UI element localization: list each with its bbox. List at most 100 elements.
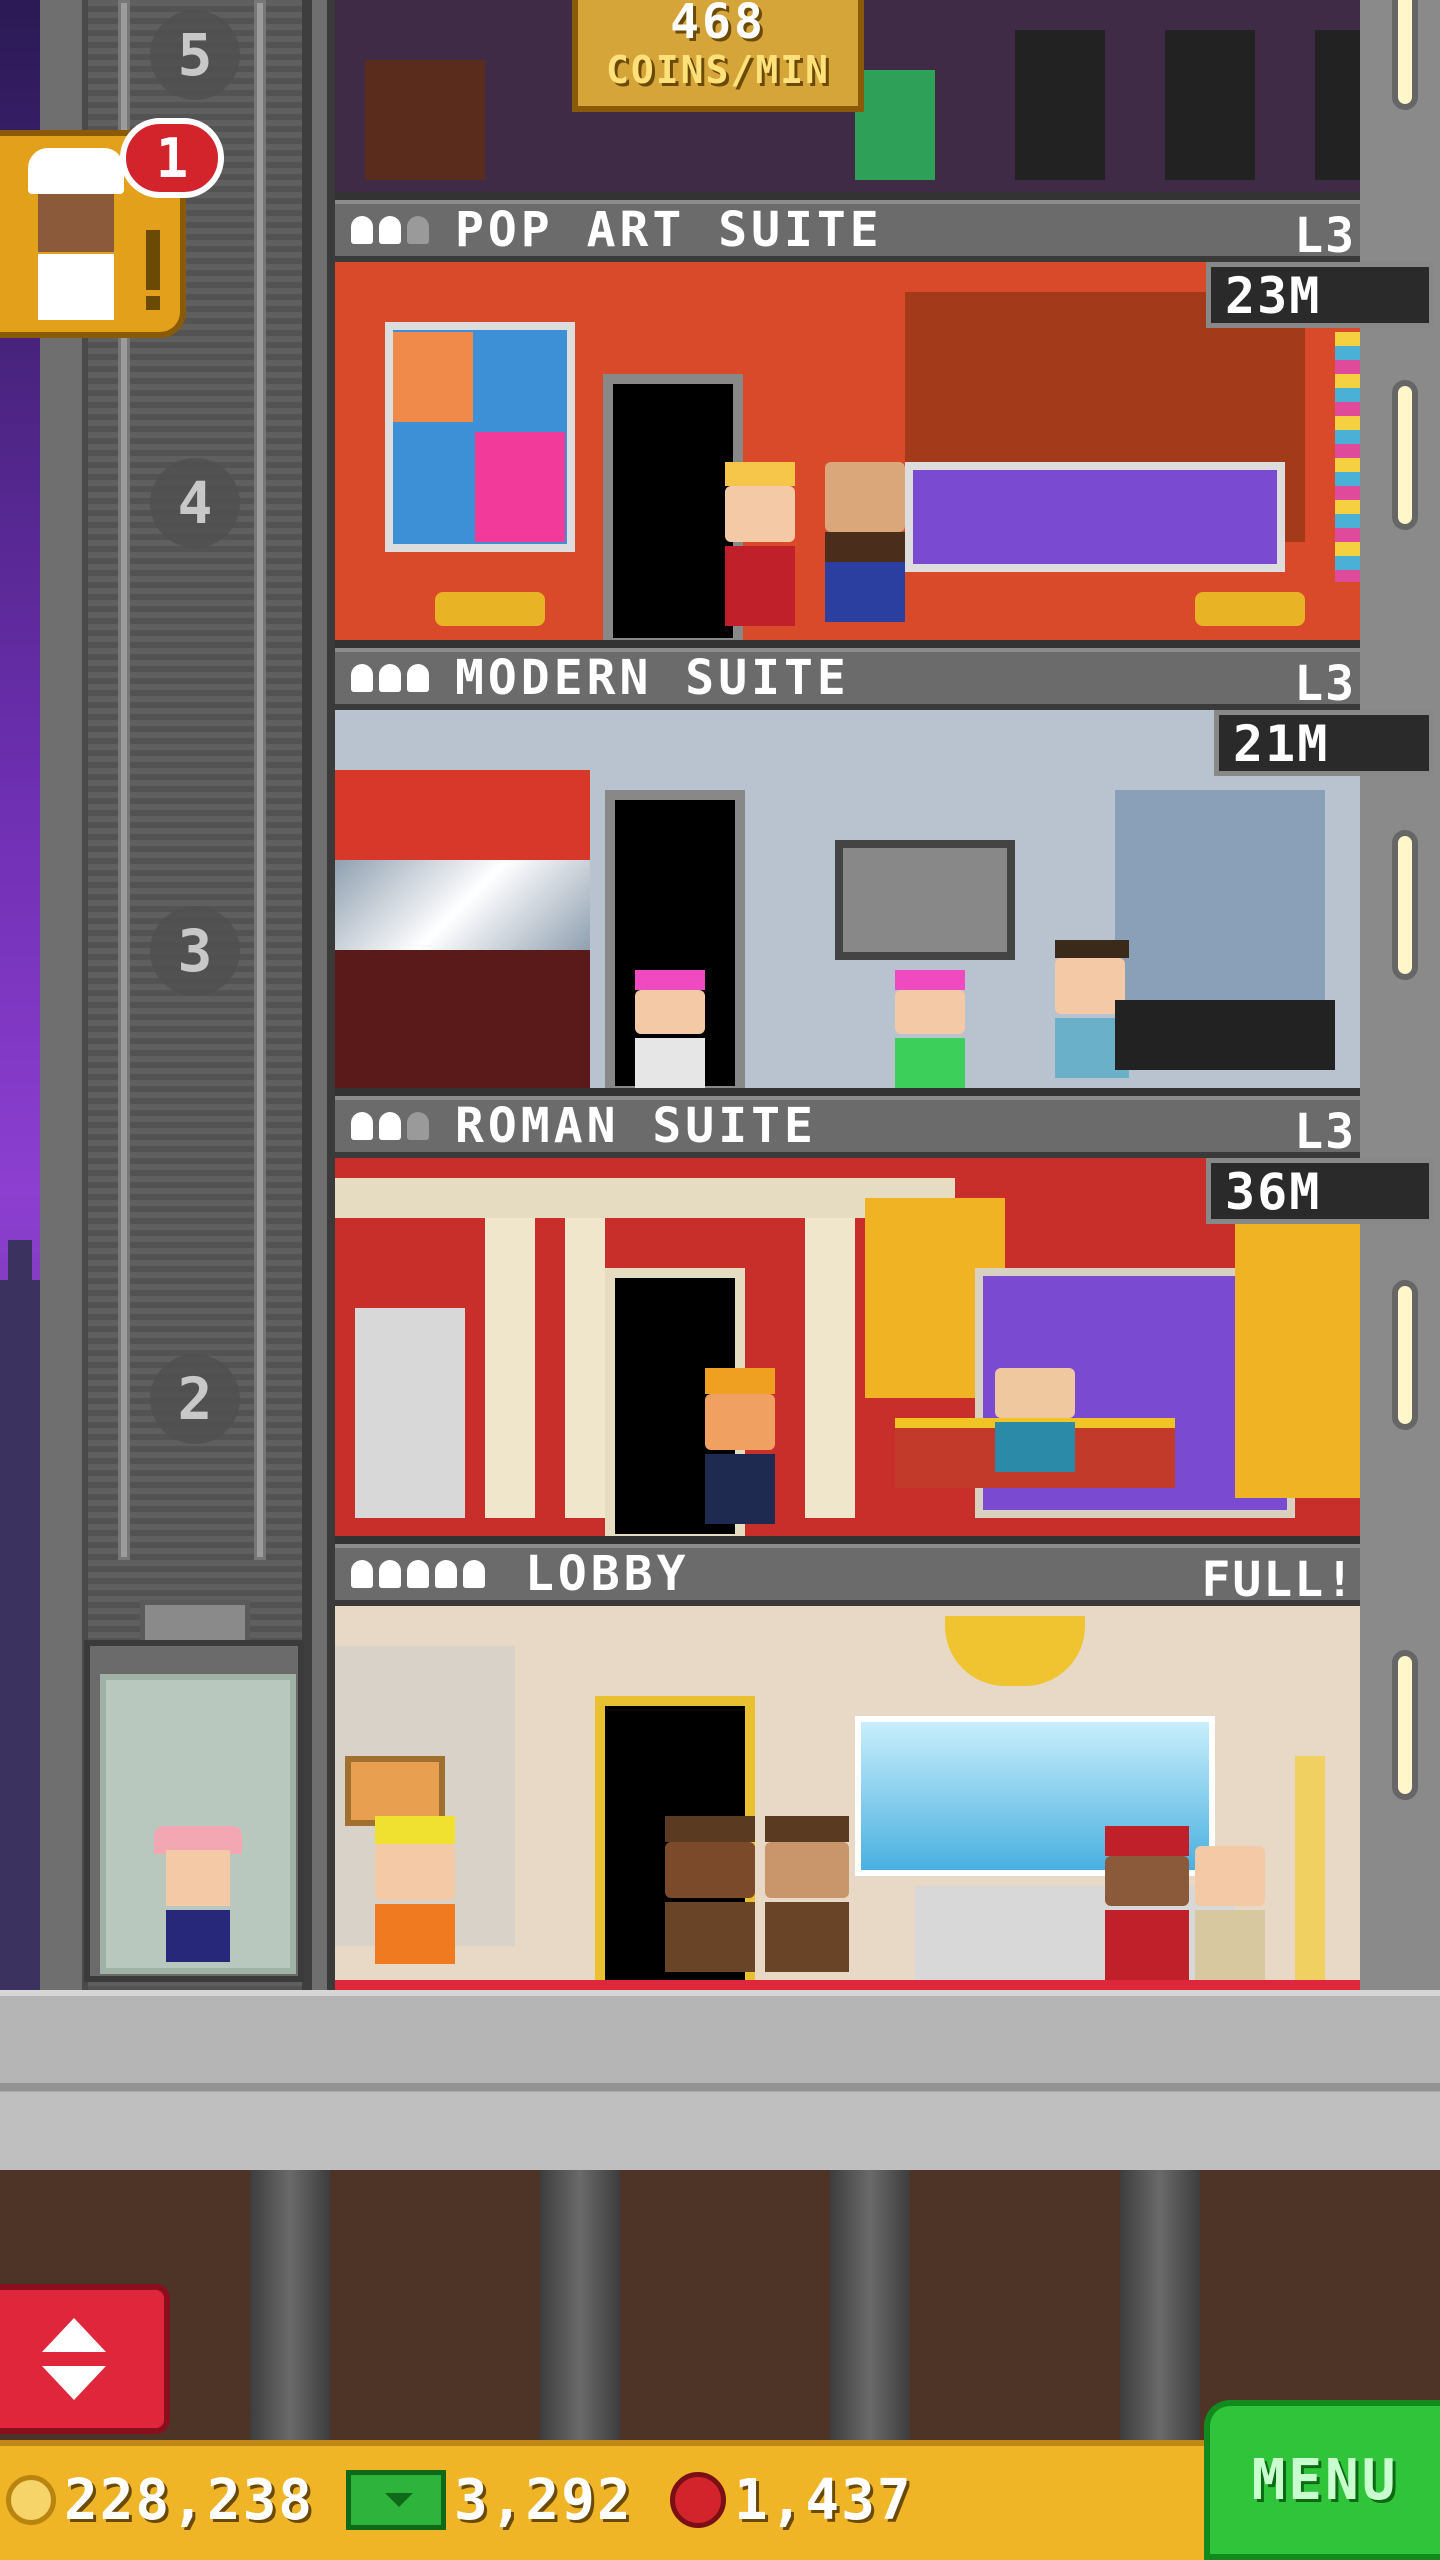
floor-level: L3 [1294,208,1356,264]
floor-header-lobby[interactable]: LOBBY FULL! [335,1544,1360,1608]
resident-icon [407,1560,429,1588]
resident-pink-hair[interactable] [635,970,705,1088]
column [805,1218,855,1518]
wall-artwork [835,840,1015,960]
resident-reclining[interactable] [995,1368,1075,1478]
lobby-bellhop-2[interactable] [765,1816,849,1980]
elevator-passenger[interactable] [154,1826,242,1970]
bux-icon [670,2472,726,2528]
resident-slot-empty-icon [407,216,429,244]
resident-icon [463,1560,485,1588]
wall-lamp [1392,1650,1418,1800]
resident-construction-worker[interactable] [375,1816,455,1980]
coin-rate-unit: COINS/MIN [606,48,830,92]
floor-lamp [1295,1756,1325,1980]
chandelier [945,1616,1085,1686]
floor-level: L3 [1294,656,1356,712]
wall-lamp [1392,830,1418,980]
shaft-floor-number-5: 5 [150,10,240,100]
resident-icon [351,664,373,692]
shaft-floor-number-2: 2 [150,1354,240,1444]
resident-icons [351,216,429,244]
floor-5-machines [1015,30,1360,180]
resident-icon [379,1112,401,1140]
resident-slot-empty-icon [407,1112,429,1140]
floor-name: POP ART SUITE [455,202,883,258]
lobby-doorman[interactable] [1105,1826,1189,1980]
column [485,1218,535,1518]
cash-icon [346,2470,446,2530]
shaft-floor-number-4: 4 [150,458,240,548]
floor-door [603,374,743,640]
chef-face-icon [38,194,114,252]
resident-icon [351,1560,373,1588]
floor-header-roman[interactable]: ROMAN SUITE L3 [335,1096,1360,1160]
wall-lamp [1392,0,1418,110]
wall-decor [1335,332,1360,582]
lobby-bellhop[interactable] [665,1816,755,1980]
window [335,860,590,950]
wall-lamp [1392,380,1418,530]
menu-button[interactable]: MENU [1204,2400,1440,2560]
foundation-pillar [1120,2170,1200,2440]
lobby-visitor[interactable] [1195,1846,1265,1980]
floor-header-modern[interactable]: MODERN SUITE L3 [335,648,1360,712]
floor-room-modern[interactable] [335,710,1360,1096]
foundation-pillar [250,2170,330,2440]
coin-stack-icon[interactable] [435,592,545,626]
tower-base [0,1990,1440,2170]
resident-icons [351,1112,429,1140]
resident-icon [379,216,401,244]
arrow-up-icon [42,2318,106,2352]
floor-status: FULL! [1201,1552,1356,1608]
resident-icons [351,664,429,692]
resident-icon [351,216,373,244]
floor-header-pop-art[interactable]: POP ART SUITE L3 [335,200,1360,264]
resident-king[interactable] [725,462,795,632]
resident-icons [351,1560,485,1588]
roman-cornice [335,1178,955,1218]
floor-5-resident[interactable] [855,70,935,180]
floor-5-furniture [365,60,485,180]
exclamation-icon [146,230,160,290]
floor-level: L3 [1294,1104,1356,1160]
wall-lamp [1392,1280,1418,1430]
resident-icon [351,1112,373,1140]
coin-rate-banner[interactable]: 468 COINS/MIN [572,0,864,112]
floor-price-tag: 36M [1206,1158,1434,1224]
chef-hat-icon [28,148,124,194]
resident-icon [379,1560,401,1588]
statue [355,1308,465,1518]
shelf [1115,790,1325,1010]
resident-bearded[interactable] [825,462,905,632]
chef-body-icon [38,254,114,320]
coins-counter[interactable]: 228,238 [6,2468,314,2533]
floor-price-tag: 23M [1206,262,1434,328]
floor-room-lobby[interactable] [335,1606,1360,1990]
floor-name: ROMAN SUITE [455,1098,817,1154]
floor-name: MODERN SUITE [455,650,850,706]
stairs [1115,1000,1335,1070]
notification-badge: 1 [120,118,224,198]
sofa [905,462,1285,572]
cash-counter[interactable]: 3,292 [346,2468,633,2533]
bux-counter[interactable]: 1,437 [670,2468,913,2533]
arrow-down-icon [42,2366,106,2400]
coins-value: 228,238 [64,2467,315,2533]
shaft-floor-number-3: 3 [150,906,240,996]
coin-rate-value: 468 [670,0,766,50]
resident-icon [407,664,429,692]
elevator-rail-right [254,0,266,1560]
cash-value: 3,292 [454,2467,633,2533]
resident-pink-hair-2[interactable] [895,970,965,1088]
elevator-control-button[interactable] [0,2284,170,2434]
coin-icon [6,2475,56,2525]
curtain-right [1235,1198,1360,1498]
resident-icon [435,1560,457,1588]
foundation-pillar [540,2170,620,2440]
floor-price-tag: 21M [1214,710,1434,776]
coin-stack-icon[interactable] [1195,592,1305,626]
foundation-pillar [830,2170,910,2440]
column [565,1218,605,1518]
resident-suit[interactable] [705,1368,775,1528]
